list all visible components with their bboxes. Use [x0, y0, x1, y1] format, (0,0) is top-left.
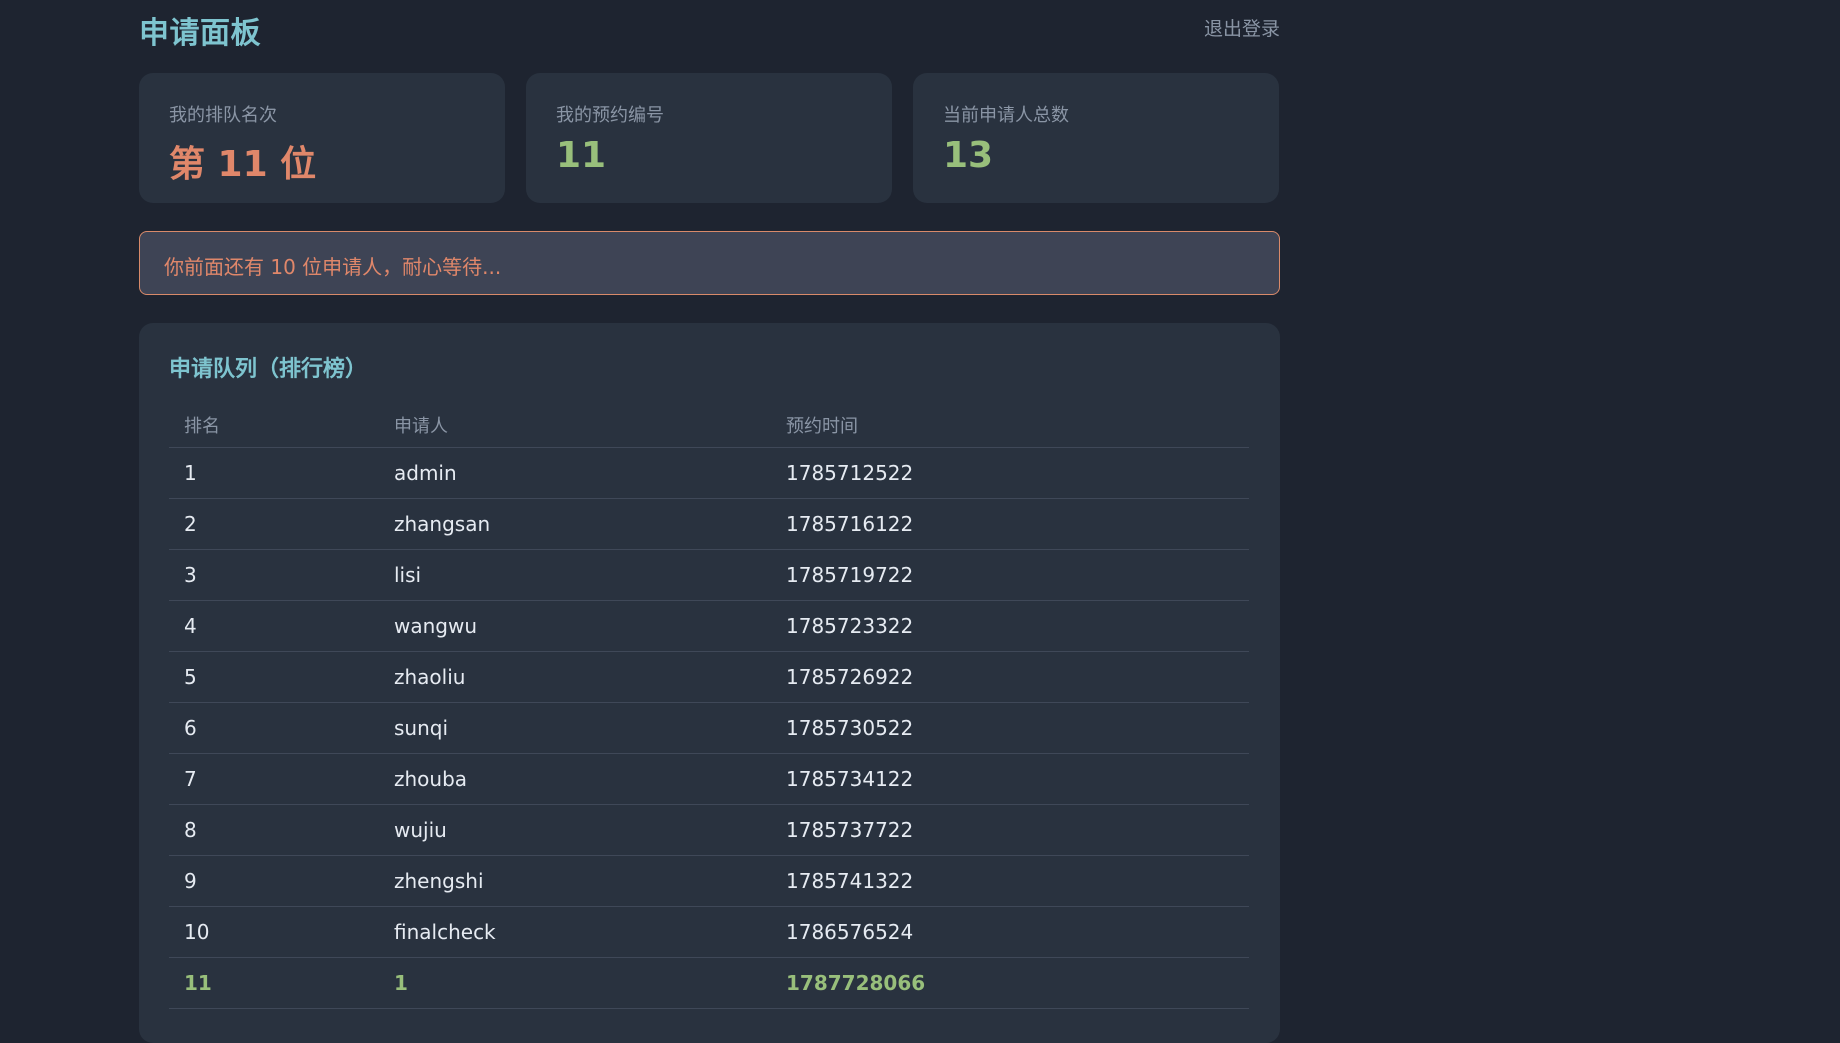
card-value: 第 11 位 [169, 144, 317, 185]
card-label: 我的预约编号 [556, 105, 664, 126]
table-row: 11 1 1787728066 [169, 957, 1249, 1009]
card-value: 13 [943, 135, 994, 176]
rank-cell: 2 [169, 498, 379, 550]
time-cell: 1785723322 [771, 600, 1249, 652]
rank-cell: 9 [169, 855, 379, 907]
stat-cards: 我的排队名次 第 11 位 我的预约编号 11 当前申请人总数 13 [139, 73, 1280, 203]
rank-cell: 1 [169, 447, 379, 499]
applicant-cell: zhaoliu [379, 651, 771, 703]
time-cell: 1785712522 [771, 447, 1249, 499]
time-cell: 1785726922 [771, 651, 1249, 703]
time-cell: 1785734122 [771, 753, 1249, 805]
table-row: 10 finalcheck 1786576524 [169, 906, 1249, 958]
table-row: 4 wangwu 1785723322 [169, 600, 1249, 652]
rank-cell: 3 [169, 549, 379, 601]
table-row: 7 zhouba 1785734122 [169, 753, 1249, 805]
table-row: 1 admin 1785712522 [169, 447, 1249, 499]
applicant-cell: wujiu [379, 804, 771, 856]
queue-title: 申请队列（排行榜） [169, 357, 368, 382]
header: 申请面板 退出登录 [139, 0, 1280, 58]
table-row: 3 lisi 1785719722 [169, 549, 1249, 601]
card-value: 11 [556, 135, 607, 176]
rank-cell: 7 [169, 753, 379, 805]
applicant-cell: zhengshi [379, 855, 771, 907]
time-cell: 1785719722 [771, 549, 1249, 601]
column-header-rank: 排名 [169, 403, 379, 448]
card-label: 当前申请人总数 [943, 105, 1069, 126]
applicant-cell: finalcheck [379, 906, 771, 958]
page-container: 申请面板 退出登录 我的排队名次 第 11 位 我的预约编号 11 当前申请人总… [139, 0, 1280, 1043]
logout-link[interactable]: 退出登录 [1204, 14, 1280, 41]
table-row: 9 zhengshi 1785741322 [169, 855, 1249, 907]
queue-panel: 申请队列（排行榜） 排名 申请人 预约时间 1 admin 1785712522 2 z… [139, 323, 1280, 1043]
time-cell: 1785741322 [771, 855, 1249, 907]
queue-table: 排名 申请人 预约时间 1 admin 1785712522 2 zhangsan 178… [169, 403, 1249, 1009]
time-cell: 1785730522 [771, 702, 1249, 754]
applicant-cell: admin [379, 447, 771, 499]
total-applicants-card: 当前申请人总数 13 [913, 73, 1279, 203]
rank-cell: 6 [169, 702, 379, 754]
rank-cell: 5 [169, 651, 379, 703]
applicant-cell: 1 [379, 957, 771, 1009]
rank-cell: 4 [169, 600, 379, 652]
table-row: 8 wujiu 1785737722 [169, 804, 1249, 856]
time-cell: 1785716122 [771, 498, 1249, 550]
column-header-applicant: 申请人 [379, 403, 771, 448]
column-header-time: 预约时间 [771, 403, 1249, 448]
table-row: 6 sunqi 1785730522 [169, 702, 1249, 754]
table-row: 5 zhaoliu 1785726922 [169, 651, 1249, 703]
applicant-cell: sunqi [379, 702, 771, 754]
queue-position-card: 我的排队名次 第 11 位 [139, 73, 505, 203]
applicant-cell: lisi [379, 549, 771, 601]
applicant-cell: zhouba [379, 753, 771, 805]
notice-text: 你前面还有 10 位申请人，耐心等待... [164, 255, 502, 279]
time-cell: 1786576524 [771, 906, 1249, 958]
queue-table-body: 1 admin 1785712522 2 zhangsan 1785716122 3 lisi… [169, 447, 1249, 1009]
card-label: 我的排队名次 [169, 105, 277, 126]
applicant-cell: zhangsan [379, 498, 771, 550]
time-cell: 1785737722 [771, 804, 1249, 856]
wait-notice: 你前面还有 10 位申请人，耐心等待... [139, 231, 1280, 295]
reservation-number-card: 我的预约编号 11 [526, 73, 892, 203]
page-title: 申请面板 [139, 16, 261, 51]
rank-cell: 8 [169, 804, 379, 856]
table-header-row: 排名 申请人 预约时间 [169, 403, 1249, 448]
rank-cell: 10 [169, 906, 379, 958]
applicant-cell: wangwu [379, 600, 771, 652]
rank-cell: 11 [169, 957, 379, 1009]
time-cell: 1787728066 [771, 957, 1249, 1009]
table-row: 2 zhangsan 1785716122 [169, 498, 1249, 550]
